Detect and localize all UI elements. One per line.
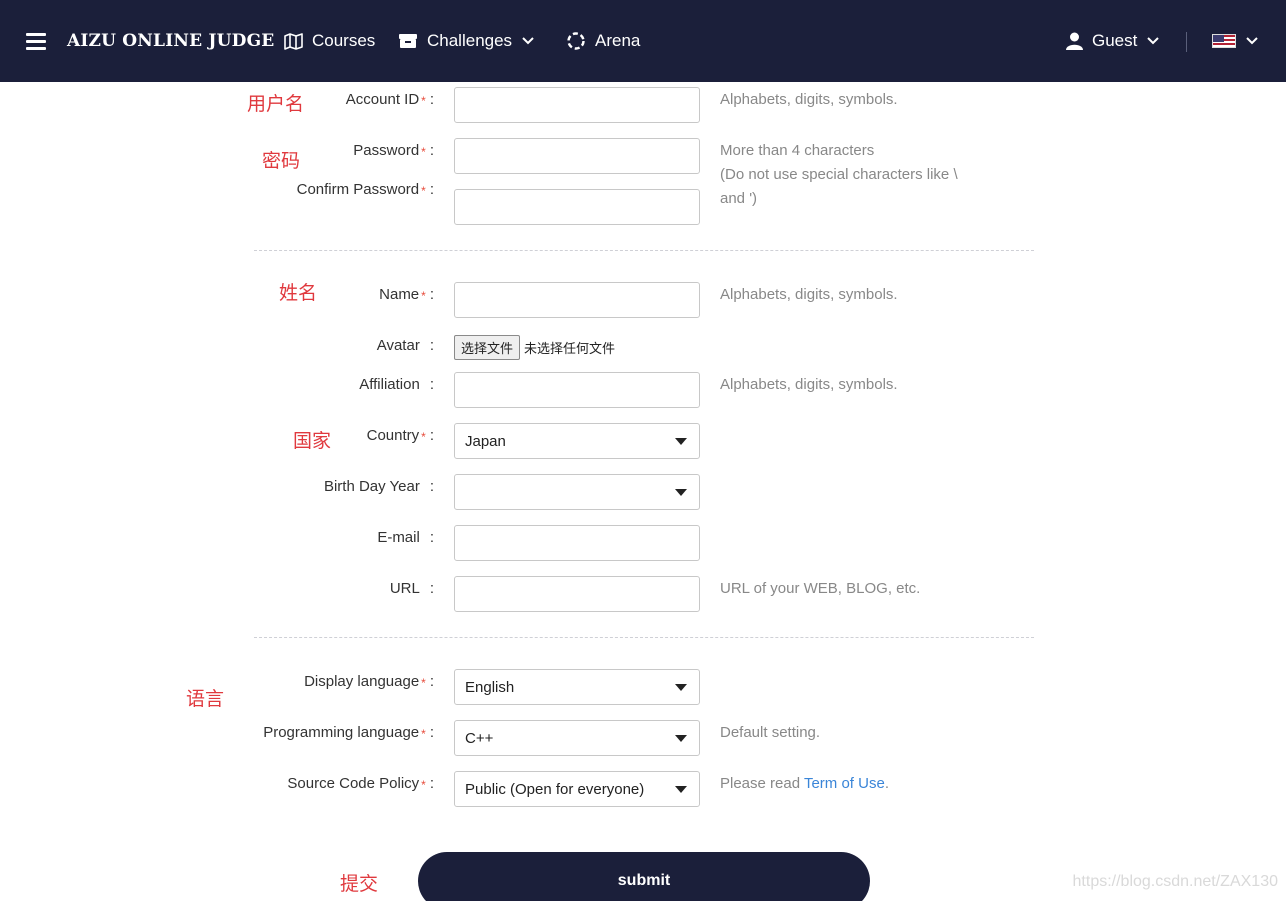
country-value: Japan — [465, 432, 506, 450]
avatar-file-picker: 选择文件 未选择任何文件 — [454, 335, 615, 360]
confirm-password-label: Confirm Password *: — [296, 181, 434, 198]
display-language-label: Display language *: — [304, 673, 434, 690]
display-language-value: English — [465, 678, 515, 696]
password-hint: More than 4 characters (Do not use speci… — [720, 142, 958, 207]
user-icon — [1066, 32, 1083, 50]
chevron-down-icon — [522, 37, 534, 45]
affiliation-hint: Alphabets, digits, symbols. — [720, 376, 898, 393]
dropdown-arrow-icon — [675, 437, 687, 445]
dropdown-arrow-icon — [675, 734, 687, 742]
annotation-name: 姓名 — [279, 282, 318, 304]
programming-language-select[interactable]: C++ — [454, 720, 700, 756]
country-label: Country *: — [366, 427, 434, 444]
birth-year-label: Birth Day Year: — [323, 478, 434, 495]
confirm-password-input[interactable] — [454, 189, 700, 225]
programming-language-value: C++ — [465, 729, 494, 747]
url-label: URL: — [389, 580, 434, 597]
email-label: E-mail: — [377, 529, 434, 546]
source-code-policy-select[interactable]: Public (Open for everyone) — [454, 771, 700, 807]
url-hint: URL of your WEB, BLOG, etc. — [720, 580, 921, 597]
display-language-select[interactable]: English — [454, 669, 700, 705]
nav-challenges[interactable]: Challenges — [398, 0, 534, 82]
nav-challenges-label: Challenges — [427, 31, 513, 50]
annotation-username: 用户名 — [247, 93, 305, 115]
annotation-submit: 提交 — [340, 873, 379, 895]
user-menu[interactable]: Guest — [1066, 0, 1160, 82]
menu-icon[interactable] — [26, 0, 46, 82]
avatar-label: Avatar: — [376, 337, 434, 354]
top-navbar: AIZU ONLINE JUDGE Courses Challenges Are… — [0, 0, 1286, 82]
name-hint: Alphabets, digits, symbols. — [720, 286, 898, 303]
term-of-use-link[interactable]: Term of Use — [804, 775, 885, 792]
annotation-country: 国家 — [293, 430, 332, 452]
us-flag-icon — [1212, 34, 1236, 48]
brand-logo[interactable]: AIZU ONLINE JUDGE — [67, 0, 274, 82]
account-id-label: Account ID *: — [345, 91, 434, 108]
email-input[interactable] — [454, 525, 700, 561]
nav-courses[interactable]: Courses — [284, 0, 375, 82]
dropdown-arrow-icon — [675, 683, 687, 691]
nav-courses-label: Courses — [312, 31, 376, 50]
account-id-hint: Alphabets, digits, symbols. — [720, 91, 898, 108]
nav-arena[interactable]: Arena — [566, 0, 640, 82]
source-code-policy-label: Source Code Policy *: — [287, 775, 434, 792]
password-input[interactable] — [454, 138, 700, 174]
file-status: 未选择任何文件 — [524, 342, 616, 357]
section-divider — [254, 637, 1034, 638]
name-label: Name *: — [379, 286, 434, 303]
book-icon — [284, 32, 303, 50]
url-input[interactable] — [454, 576, 700, 612]
birth-year-select[interactable] — [454, 474, 700, 510]
chevron-down-icon — [1246, 37, 1258, 45]
dropdown-arrow-icon — [675, 488, 687, 496]
box-icon — [398, 33, 418, 49]
nav-divider — [1186, 32, 1187, 52]
country-select[interactable]: Japan — [454, 423, 700, 459]
section-divider — [254, 250, 1034, 251]
programming-language-label: Programming language *: — [263, 724, 434, 741]
dropdown-arrow-icon — [675, 785, 687, 793]
account-id-input[interactable] — [454, 87, 700, 123]
name-input[interactable] — [454, 282, 700, 318]
source-code-policy-value: Public (Open for everyone) — [465, 780, 645, 798]
password-label: Password *: — [353, 142, 434, 159]
source-code-policy-hint: Please read Term of Use. — [720, 775, 889, 792]
chevron-down-icon — [1147, 37, 1160, 45]
annotation-language: 语言 — [186, 688, 225, 710]
user-menu-label: Guest — [1092, 31, 1138, 50]
affiliation-input[interactable] — [454, 372, 700, 408]
language-menu[interactable] — [1212, 0, 1258, 82]
programming-language-hint: Default setting. — [720, 724, 821, 741]
affiliation-label: Affiliation: — [359, 376, 434, 393]
watermark: https://blog.csdn.net/ZAX130 — [1072, 873, 1278, 890]
choose-file-button[interactable]: 选择文件 — [454, 335, 521, 360]
nav-arena-label: Arena — [595, 31, 641, 50]
submit-button[interactable]: submit — [418, 852, 870, 901]
annotation-password: 密码 — [262, 150, 301, 172]
spinner-icon — [566, 31, 586, 51]
